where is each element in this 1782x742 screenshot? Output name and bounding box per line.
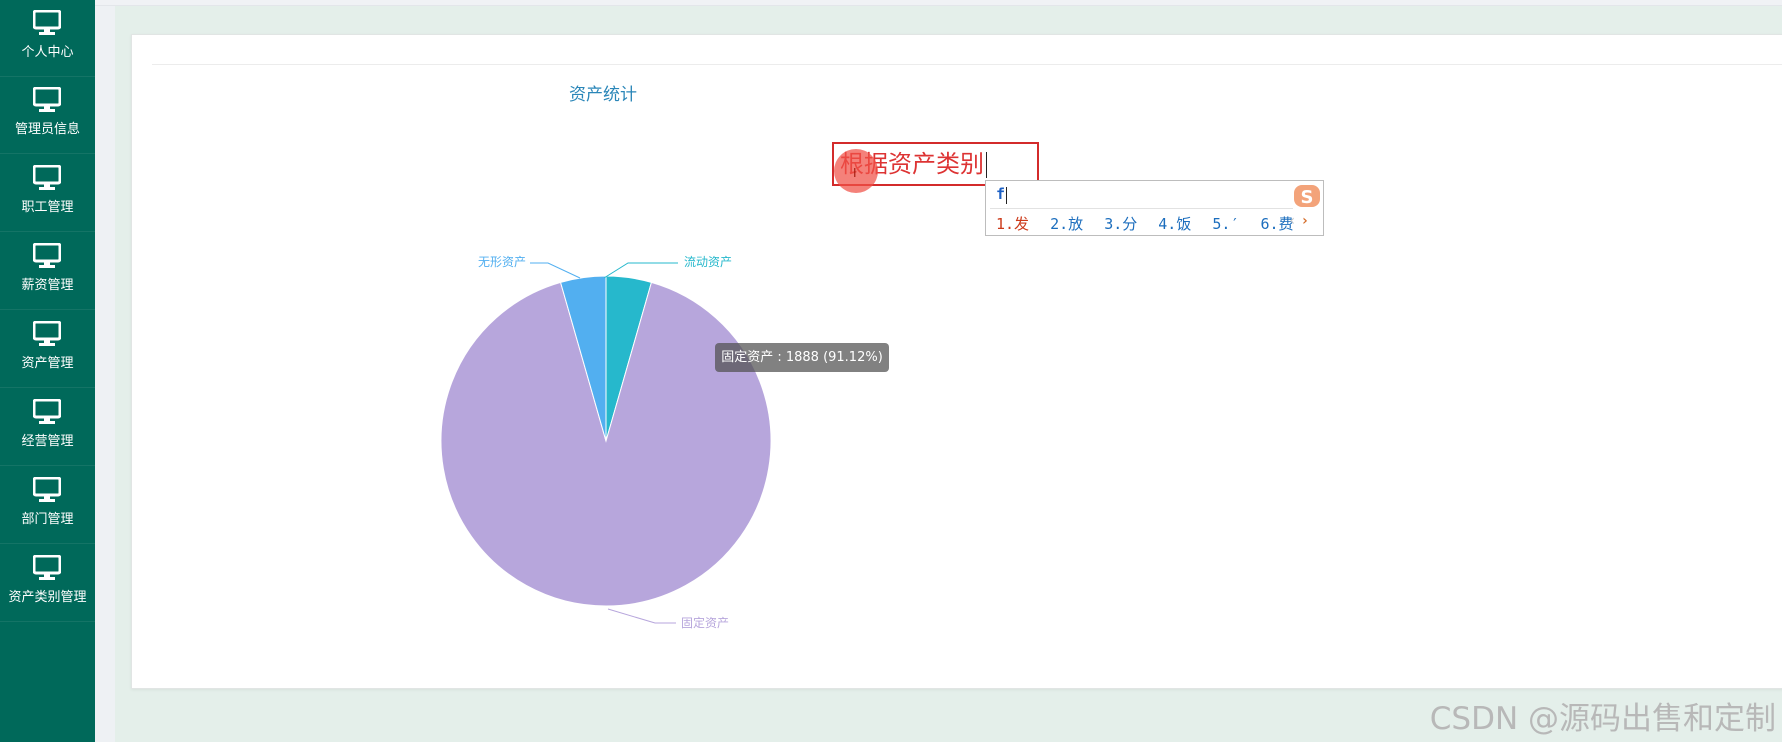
slice-label-guding: 固定资产 [681,615,729,630]
pie-slices [440,275,772,607]
watermark: CSDN @源码出售和定制 [1429,701,1776,737]
slice-label-liudong: 流动资产 [684,255,732,269]
chart-tooltip: 固定资产 : 1888 (91.12%) [715,343,889,372]
label-line-wuxing [530,262,581,279]
label-line-guding [607,608,676,624]
slice-label-wuxing: 无形资产 [478,255,526,269]
pie-chart: 流动资产 无形资产 固定资产 [440,255,772,630]
